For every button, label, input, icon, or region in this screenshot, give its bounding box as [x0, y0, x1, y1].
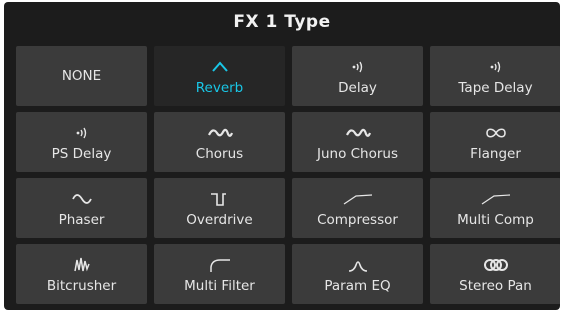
fx-option-label: Phaser [58, 212, 105, 228]
compressor-curve-icon [342, 190, 374, 208]
wave-squiggle-icon [345, 124, 371, 142]
fx-option-ps-delay[interactable]: PS Delay [16, 112, 147, 172]
fx-type-grid: NONE Reverb Delay Tape Delay PS Delay Ch… [16, 46, 560, 306]
fx-option-overdrive[interactable]: Overdrive [154, 178, 285, 238]
fx-option-phaser[interactable]: Phaser [16, 178, 147, 238]
fx-option-bitcrusher[interactable]: Bitcrusher [16, 244, 147, 304]
fx-option-flanger[interactable]: Flanger [430, 112, 560, 172]
radiating-dot-icon [350, 58, 366, 76]
fx-option-multi-filter[interactable]: Multi Filter [154, 244, 285, 304]
filter-curve-icon [208, 256, 232, 274]
fx-option-tape-delay[interactable]: Tape Delay [430, 46, 560, 106]
fx-option-label: Multi Filter [184, 278, 255, 294]
spiky-wave-icon [73, 256, 91, 274]
fx-option-label: Compressor [317, 212, 398, 228]
fx-option-label: Bitcrusher [46, 278, 117, 294]
fx-option-label: Reverb [195, 80, 244, 96]
fx-option-none[interactable]: NONE [16, 46, 147, 106]
square-pulse-icon [209, 190, 231, 208]
triple-ring-icon [482, 256, 510, 274]
fx-option-label: PS Delay [51, 146, 112, 162]
fx-type-panel: FX 1 Type NONE Reverb Delay Tape Delay P… [4, 2, 560, 310]
wave-squiggle-icon [207, 124, 233, 142]
fx-option-label: Delay [338, 80, 377, 96]
fx-option-param-eq[interactable]: Param EQ [292, 244, 423, 304]
fx-option-label: Chorus [195, 146, 244, 162]
fx-option-label: Param EQ [324, 278, 391, 294]
fx-option-delay[interactable]: Delay [292, 46, 423, 106]
radiating-dot-icon [74, 124, 90, 142]
fx-option-chorus[interactable]: Chorus [154, 112, 285, 172]
sine-wave-icon [71, 190, 93, 208]
fx-option-reverb[interactable]: Reverb [154, 46, 285, 106]
fx-option-multi-comp[interactable]: Multi Comp [430, 178, 560, 238]
infinity-icon [485, 124, 507, 142]
fx-option-label: Overdrive [186, 212, 253, 228]
caret-up-icon [210, 58, 230, 76]
radiating-dot-icon [488, 58, 504, 76]
fx-option-label: Tape Delay [458, 80, 533, 96]
peak-curve-icon [347, 256, 369, 274]
fx-option-label: Multi Comp [457, 212, 534, 228]
fx-option-label: Stereo Pan [459, 278, 532, 294]
panel-title: FX 1 Type [233, 12, 331, 32]
fx-option-compressor[interactable]: Compressor [292, 178, 423, 238]
fx-option-juno-chorus[interactable]: Juno Chorus [292, 112, 423, 172]
fx-option-label: Juno Chorus [316, 146, 399, 162]
compressor-curve-icon [480, 190, 512, 208]
fx-option-label: NONE [61, 68, 102, 84]
fx-option-label: Flanger [470, 146, 521, 162]
fx-option-stereo-pan[interactable]: Stereo Pan [430, 244, 560, 304]
